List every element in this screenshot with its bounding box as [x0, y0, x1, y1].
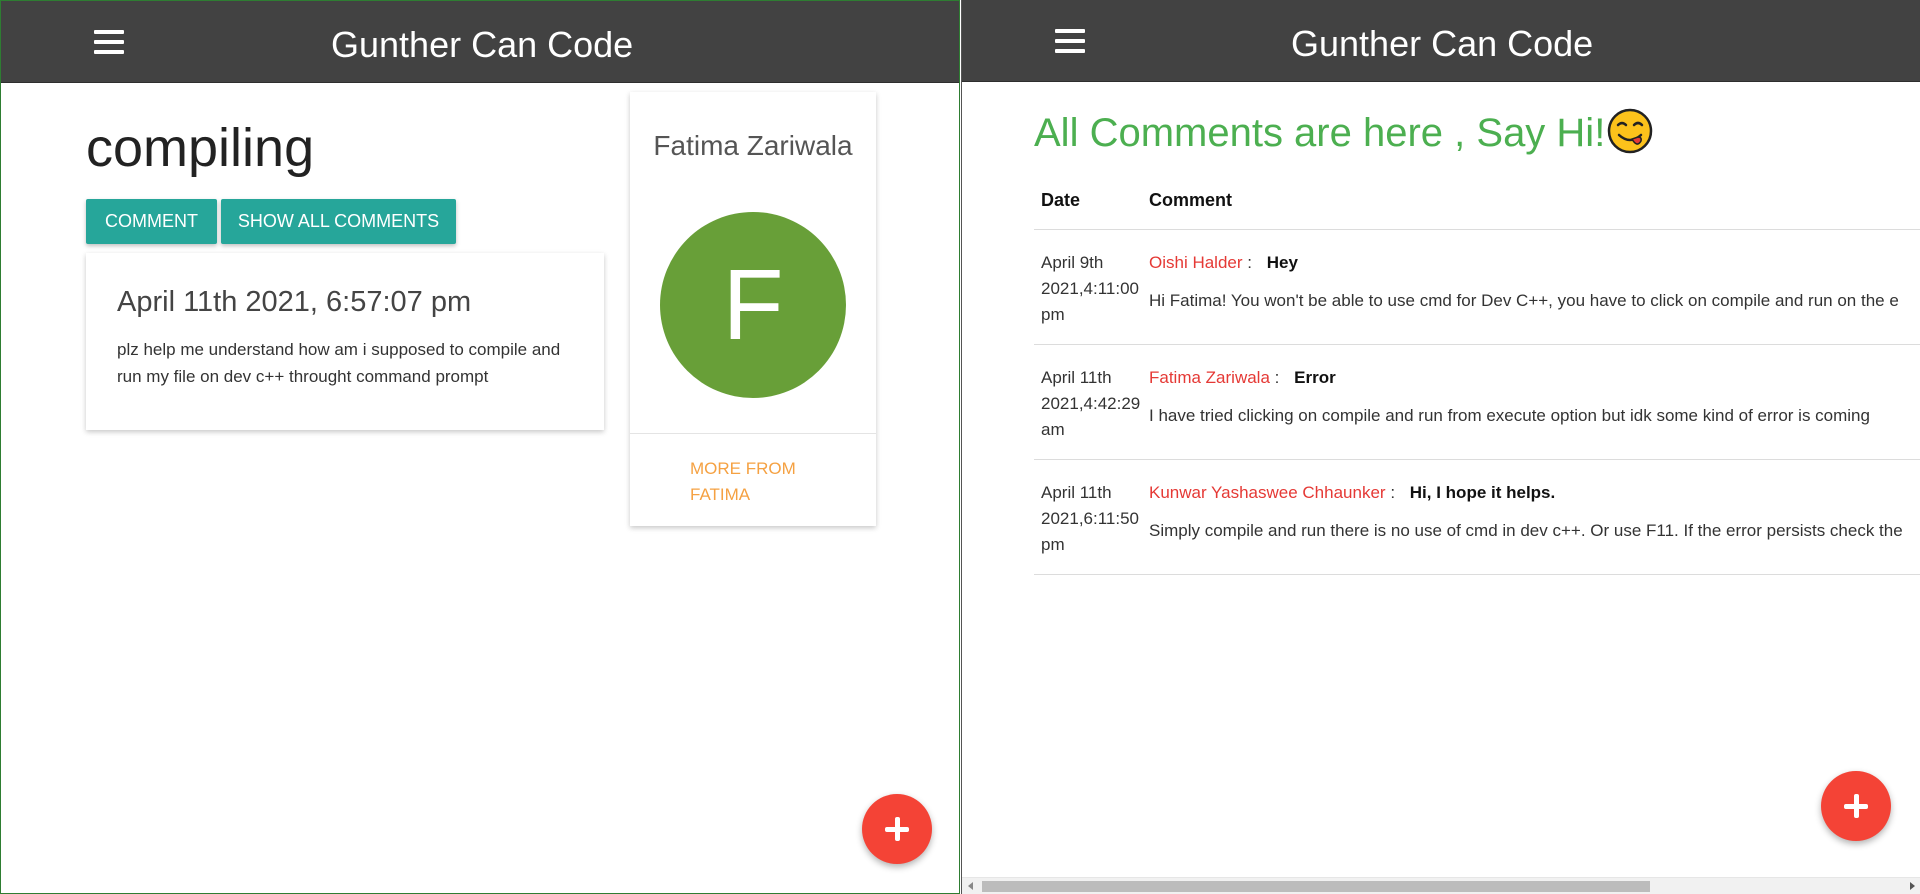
- avatar: F: [660, 212, 846, 398]
- table-row: April 9th 2021,4:11:00 pm Oishi Halder :…: [1034, 230, 1920, 345]
- comment-subject: Hi, I hope it helps.: [1409, 483, 1556, 502]
- scrollbar-thumb[interactable]: [982, 881, 1650, 892]
- navbar: Gunther Can Code: [1, 1, 959, 83]
- comment-text: Hi Fatima! You won't be able to use cmd …: [1149, 291, 1899, 310]
- date-column-header: Date: [1041, 190, 1081, 210]
- post-body: plz help me understand how am i supposed…: [117, 340, 561, 386]
- comment-subject: Hey: [1266, 253, 1298, 272]
- table-row: April 11th 2021,6:11:50 pm Kunwar Yashas…: [1034, 460, 1920, 575]
- card-divider: [630, 433, 876, 434]
- left-window: Gunther Can Code compiling COMMENT SHOW …: [0, 0, 960, 894]
- post-card: April 11th 2021, 6:57:07 pm plz help me …: [86, 253, 604, 430]
- comment-subject: Error: [1294, 368, 1336, 387]
- comments-table: Date Comment April 9th 2021,4:11:00 pm O…: [1034, 180, 1920, 575]
- navbar: Gunther Can Code: [962, 0, 1920, 82]
- add-post-button[interactable]: [862, 794, 932, 864]
- comment-date: April 11th 2021,4:42:29 am: [1041, 368, 1141, 439]
- comment-date: April 9th 2021,4:11:00 pm: [1041, 253, 1139, 324]
- author-name: Fatima Zariwala: [653, 130, 853, 161]
- face-savoring-food-icon: [1608, 109, 1653, 154]
- show-all-comments-button[interactable]: SHOW ALL COMMENTS: [221, 199, 456, 244]
- right-window: Gunther Can Code All Comments are here ,…: [961, 0, 1920, 894]
- comments-heading-text: All Comments are here , Say Hi!: [1034, 111, 1606, 155]
- add-comment-button[interactable]: [1821, 771, 1891, 841]
- comment-author: Oishi Halder: [1149, 253, 1243, 272]
- table-header: Date Comment: [1034, 180, 1920, 230]
- comment-header: Oishi Halder : Hey: [1149, 250, 1298, 276]
- more-from-author-link[interactable]: MORE FROM FATIMA: [690, 456, 820, 508]
- comment-button[interactable]: COMMENT: [86, 199, 217, 244]
- post-title: compiling: [86, 118, 315, 178]
- comment-date: April 11th 2021,6:11:50 pm: [1041, 483, 1139, 554]
- scroll-left-arrow-icon[interactable]: [968, 882, 973, 890]
- author-card: Fatima Zariwala F MORE FROM FATIMA: [630, 92, 876, 526]
- comment-author: Kunwar Yashaswee Chhaunker: [1149, 483, 1386, 502]
- table-row: April 11th 2021,4:42:29 am Fatima Zariwa…: [1034, 345, 1920, 460]
- scroll-right-arrow-icon[interactable]: [1910, 882, 1915, 890]
- comment-author: Fatima Zariwala: [1149, 368, 1270, 387]
- comment-separator: :: [1274, 368, 1280, 387]
- hamburger-menu-icon[interactable]: [94, 30, 124, 54]
- hamburger-menu-icon[interactable]: [1055, 29, 1085, 53]
- brand-title[interactable]: Gunther Can Code: [1291, 22, 1593, 66]
- comment-column-header: Comment: [1149, 190, 1233, 210]
- horizontal-scrollbar[interactable]: [962, 877, 1920, 894]
- comments-heading: All Comments are here , Say Hi!: [1034, 107, 1653, 159]
- comment-header: Fatima Zariwala : Error: [1149, 365, 1336, 391]
- comment-text: I have tried clicking on compile and run…: [1149, 406, 1870, 425]
- comment-text: Simply compile and run there is no use o…: [1149, 521, 1903, 540]
- comment-separator: :: [1390, 483, 1396, 502]
- comment-separator: :: [1247, 253, 1253, 272]
- comment-header: Kunwar Yashaswee Chhaunker : Hi, I hope …: [1149, 480, 1555, 506]
- post-date: April 11th 2021, 6:57:07 pm: [117, 286, 472, 318]
- brand-title[interactable]: Gunther Can Code: [331, 23, 633, 67]
